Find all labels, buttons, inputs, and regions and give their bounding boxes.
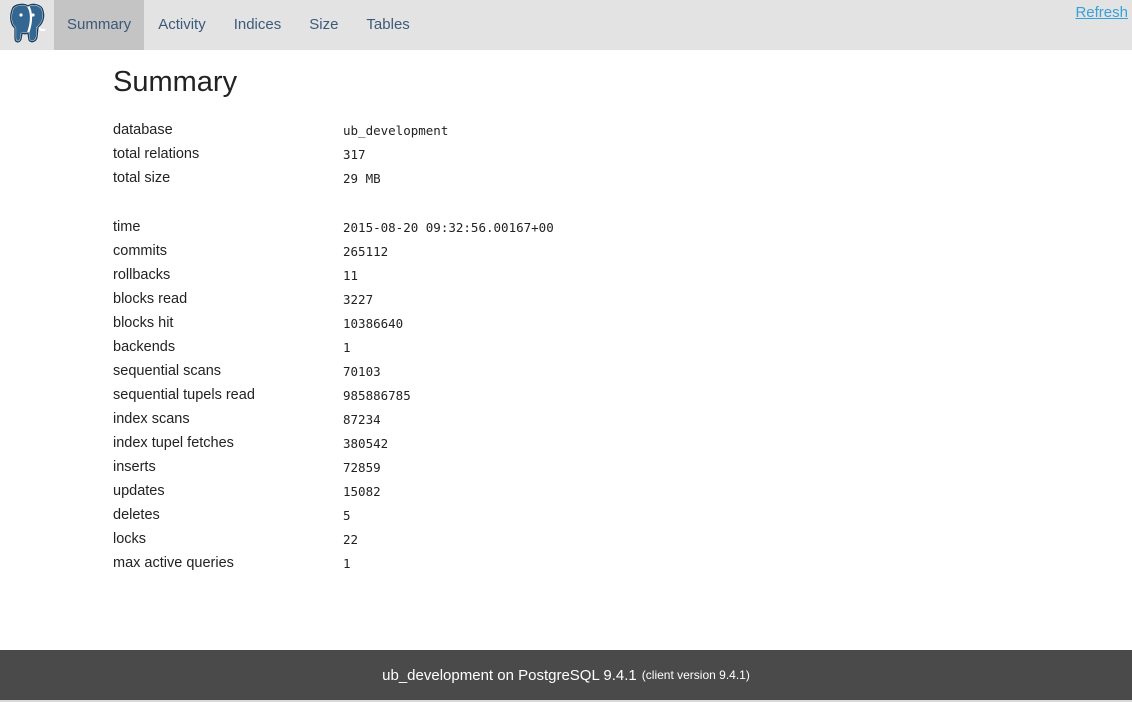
stat-row: time 2015-08-20 09:32:56.00167+00 [113, 215, 1013, 239]
stat-value: 15082 [343, 483, 381, 499]
stat-value: 10386640 [343, 315, 404, 331]
stat-value: 3227 [343, 291, 374, 307]
stat-row: total size 29 MB [113, 166, 1013, 190]
stat-row: index tupel fetches 380542 [113, 431, 1013, 455]
postgresql-elephant-icon[interactable] [4, 2, 48, 46]
stat-value: 2015-08-20 09:32:56.00167+00 [343, 219, 554, 235]
stat-row: max active queries 1 [113, 551, 1013, 575]
stat-label: index tupel fetches [113, 435, 234, 451]
stat-value: 985886785 [343, 387, 411, 403]
stat-label: sequential scans [113, 363, 222, 379]
stat-value: 1 [343, 339, 351, 355]
stat-row: total relations 317 [113, 142, 1013, 166]
stat-value: 87234 [343, 411, 381, 427]
stat-value: 265112 [343, 243, 389, 259]
stat-value: 11 [343, 267, 359, 283]
stat-label: time [113, 219, 141, 235]
top-navbar: Summary Activity Indices Size Tables Ref… [0, 0, 1132, 50]
stat-row: sequential tupels read 985886785 [113, 383, 1013, 407]
stat-label: inserts [113, 459, 156, 475]
stat-row: blocks read 3227 [113, 287, 1013, 311]
stat-row: locks 22 [113, 527, 1013, 551]
stat-row: inserts 72859 [113, 455, 1013, 479]
summary-stats: database ub_development total relations 31… [113, 118, 1013, 575]
stat-value: 380542 [343, 435, 389, 451]
nav-tabs: Summary Activity Indices Size Tables [54, 0, 424, 50]
stat-value: 72859 [343, 459, 381, 475]
stat-label: rollbacks [113, 267, 171, 283]
stat-row: backends 1 [113, 335, 1013, 359]
stat-row: rollbacks 11 [113, 263, 1013, 287]
main-content: Summary database ub_development total rel… [113, 64, 1013, 575]
database-info-group: database ub_development total relations 31… [113, 118, 1013, 190]
refresh-link[interactable]: Refresh [1075, 4, 1128, 21]
stat-label: deletes [113, 507, 160, 523]
stat-row: sequential scans 70103 [113, 359, 1013, 383]
stat-label: updates [113, 483, 165, 499]
footer-bar: ub_development on PostgreSQL 9.4.1 (clie… [0, 650, 1132, 700]
stat-label: total size [113, 170, 171, 186]
tab-summary[interactable]: Summary [54, 0, 145, 50]
stat-label: index scans [113, 411, 190, 427]
stat-value: 29 MB [343, 170, 381, 186]
stat-label: total relations [113, 146, 200, 162]
stat-row: commits 265112 [113, 239, 1013, 263]
stat-label: backends [113, 339, 176, 355]
stat-value: 1 [343, 555, 351, 571]
stat-value: 5 [343, 507, 351, 523]
stat-value: ub_development [343, 122, 449, 138]
page-title: Summary [113, 66, 238, 98]
stat-label: sequential tupels read [113, 387, 255, 403]
stat-label: blocks hit [113, 315, 174, 331]
app-window: Summary Activity Indices Size Tables Ref… [0, 0, 1132, 702]
stat-row: database ub_development [113, 118, 1013, 142]
footer-server-info: ub_development on PostgreSQL 9.4.1 [382, 666, 637, 684]
stat-row: index scans 87234 [113, 407, 1013, 431]
stat-label: blocks read [113, 291, 188, 307]
tab-size[interactable]: Size [295, 0, 352, 50]
stat-row: blocks hit 10386640 [113, 311, 1013, 335]
stat-row: updates 15082 [113, 479, 1013, 503]
activity-stats-group: time 2015-08-20 09:32:56.00167+00 commits… [113, 215, 1013, 575]
stat-value: 22 [343, 531, 359, 547]
stat-row: deletes 5 [113, 503, 1013, 527]
stat-label: commits [113, 243, 167, 259]
stat-label: locks [113, 531, 147, 547]
stat-value: 70103 [343, 363, 381, 379]
tab-activity[interactable]: Activity [144, 0, 220, 50]
footer-client-version: (client version 9.4.1) [641, 668, 750, 682]
stat-label: max active queries [113, 555, 234, 571]
tab-indices[interactable]: Indices [220, 0, 296, 50]
stat-label: database [113, 122, 173, 138]
stat-value: 317 [343, 146, 366, 162]
tab-tables[interactable]: Tables [352, 0, 423, 50]
